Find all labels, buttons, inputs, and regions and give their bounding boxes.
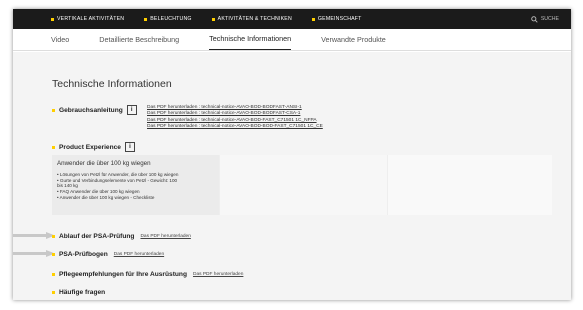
arrow-annotation-icon bbox=[13, 232, 55, 239]
manual-pdf-link[interactable]: Das PDF herunterladen : technical-notice… bbox=[147, 124, 323, 130]
info-document-icon: i bbox=[126, 105, 137, 115]
psa-pruefbogen-row: PSA-Prüfbogen Das PDF herunterladen bbox=[52, 251, 164, 258]
manual-pdf-list: Das PDF herunterladen : technical-notice… bbox=[147, 105, 323, 130]
page: VERTIKALE AKTIVITÄTEN BELEUCHTUNG AKTIVI… bbox=[13, 9, 571, 300]
nav-item-aktivitaeten-techniken[interactable]: AKTIVITÄTEN & TECHNIKEN bbox=[211, 16, 292, 22]
pflege-label: Pflegeempfehlungen für Ihre Ausrüstung bbox=[59, 271, 187, 278]
bullet-icon bbox=[52, 108, 55, 112]
bullet-icon bbox=[52, 291, 55, 294]
manual-pdf-link[interactable]: Das PDF herunterladen : technical-notice… bbox=[147, 118, 323, 124]
nav-item-label: GEMEINSCHAFT bbox=[317, 16, 362, 22]
search-label: SUCHE bbox=[540, 16, 559, 22]
tab-video[interactable]: Video bbox=[51, 35, 69, 50]
bullet-icon bbox=[52, 145, 55, 149]
psa-pruefbogen-label: PSA-Prüfbogen bbox=[59, 251, 108, 258]
faq-row[interactable]: Häufige fragen bbox=[52, 289, 105, 296]
psa-pruefung-row: Ablauf der PSA-Prüfung Das PDF herunterl… bbox=[52, 233, 191, 240]
psa-pruefung-label: Ablauf der PSA-Prüfung bbox=[59, 233, 135, 240]
product-experience-cell[interactable]: Anwender die über 100 kg wiegen • Lösung… bbox=[52, 155, 220, 215]
page-title: Technische Informationen bbox=[52, 78, 172, 90]
bullet-icon bbox=[52, 235, 55, 238]
product-experience-table: Anwender die über 100 kg wiegen • Lösung… bbox=[52, 155, 552, 215]
nav-item-label: AKTIVITÄTEN & TECHNIKEN bbox=[217, 16, 292, 22]
tab-detaillierte-beschreibung[interactable]: Detaillierte Beschreibung bbox=[99, 35, 179, 50]
product-experience-empty-cell bbox=[388, 155, 552, 215]
nav-item-beleuchtung[interactable]: BELEUCHTUNG bbox=[144, 16, 191, 22]
psa-pruefbogen-pdf-link[interactable]: Das PDF herunterladen bbox=[114, 252, 164, 257]
nav-item-gemeinschaft[interactable]: GEMEINSCHAFT bbox=[311, 16, 362, 22]
nav-bullet-icon bbox=[311, 17, 315, 21]
product-experience-item: • Anwender die über 100 kg wiegen - Chec… bbox=[57, 194, 155, 200]
manual-label: Gebrauchsanleitung bbox=[59, 106, 123, 114]
faq-label: Häufige fragen bbox=[59, 289, 106, 296]
nav-item-vertikale-aktivitaeten[interactable]: VERTIKALE AKTIVITÄTEN bbox=[51, 16, 124, 22]
arrow-annotation-icon bbox=[13, 250, 55, 257]
search-button[interactable]: SUCHE bbox=[531, 9, 559, 29]
nav-bullet-icon bbox=[51, 17, 54, 21]
pflege-pdf-link[interactable]: Das PDF herunterladen bbox=[193, 272, 243, 277]
tab-technische-informationen[interactable]: Technische Informationen bbox=[209, 34, 292, 50]
nav-item-label: VERTIKALE AKTIVITÄTEN bbox=[57, 16, 125, 22]
nav-bullet-icon bbox=[211, 17, 215, 21]
product-tabs: Video Detaillierte Beschreibung Technisc… bbox=[13, 29, 571, 51]
product-experience-icon: i bbox=[124, 142, 135, 152]
bullet-icon bbox=[52, 253, 55, 256]
pflege-row: Pflegeempfehlungen für Ihre Ausrüstung D… bbox=[52, 271, 243, 278]
product-experience-row: Product Experience i bbox=[52, 142, 135, 152]
psa-pruefung-pdf-link[interactable]: Das PDF herunterladen bbox=[140, 234, 190, 239]
manual-pdf-link[interactable]: Das PDF herunterladen : technical-notice… bbox=[147, 111, 323, 117]
product-experience-label: Product Experience bbox=[59, 143, 121, 151]
product-experience-empty-cell bbox=[220, 155, 388, 215]
tab-verwandte-produkte[interactable]: Verwandte Produkte bbox=[321, 35, 386, 50]
technical-info-content: Technische Informationen Gebrauchsanleit… bbox=[13, 52, 571, 300]
top-navigation: VERTIKALE AKTIVITÄTEN BELEUCHTUNG AKTIVI… bbox=[13, 9, 571, 29]
nav-item-label: BELEUCHTUNG bbox=[150, 16, 192, 22]
search-icon bbox=[531, 15, 538, 23]
bullet-icon bbox=[52, 273, 55, 276]
manual-row: Gebrauchsanleitung i bbox=[52, 105, 137, 115]
nav-bullet-icon bbox=[144, 17, 148, 21]
product-experience-heading: Anwender die über 100 kg wiegen bbox=[57, 160, 151, 167]
